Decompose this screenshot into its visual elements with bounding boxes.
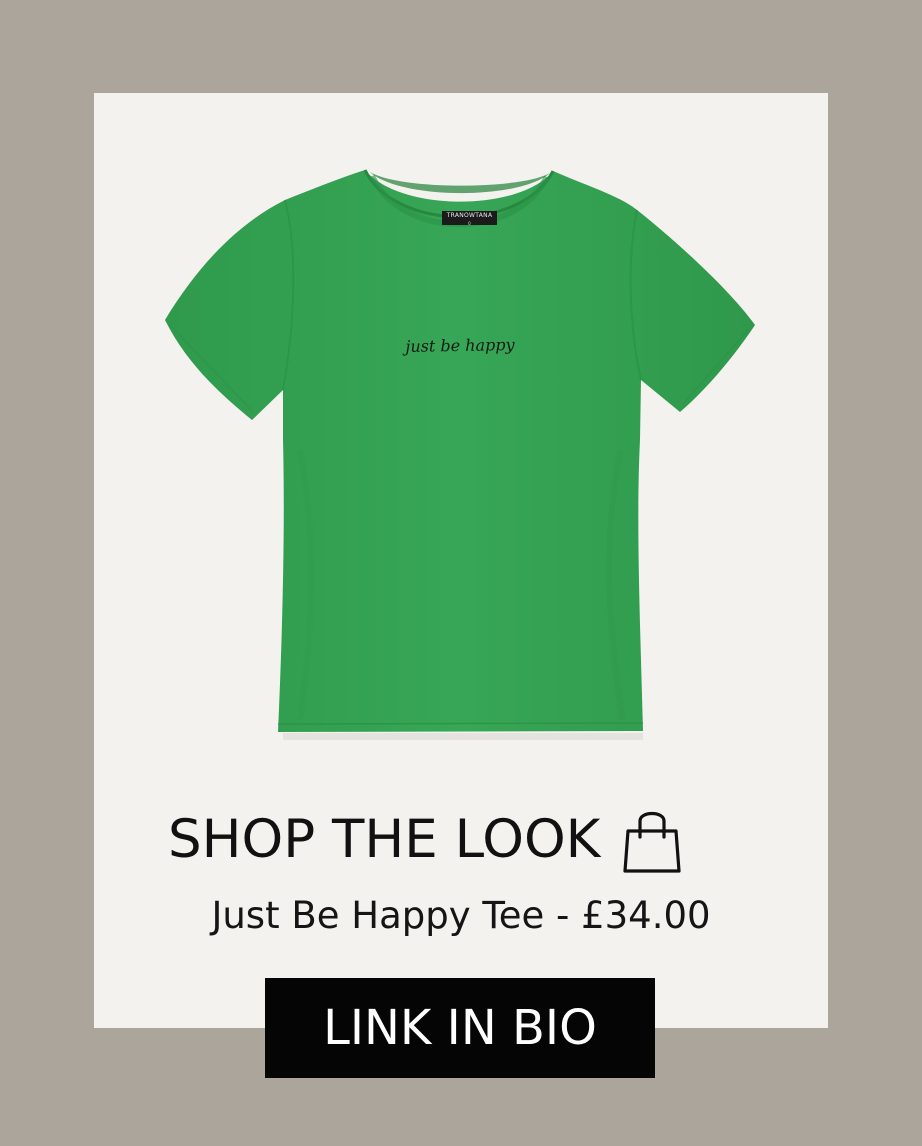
brand-tag-text: TRANOWTANA xyxy=(446,212,493,219)
product-name-price: Just Be Happy Tee - £34.00 xyxy=(211,894,711,937)
tshirt-graphic xyxy=(165,169,755,740)
shirt-print-text: just be happy xyxy=(405,335,515,356)
shopping-bag-icon xyxy=(623,811,682,873)
link-in-bio-button[interactable]: LINK IN BIO xyxy=(265,978,655,1078)
size-tag-text: 0 xyxy=(468,221,471,226)
headline: SHOP THE LOOK xyxy=(168,805,682,875)
brand-tag: TRANOWTANA 0 xyxy=(442,211,497,226)
product-image[interactable]: TRANOWTANA 0 just be happy xyxy=(0,0,922,760)
link-in-bio-label: LINK IN BIO xyxy=(323,1000,597,1056)
tshirt-body xyxy=(165,170,755,732)
headline-text: SHOP THE LOOK xyxy=(168,809,601,870)
